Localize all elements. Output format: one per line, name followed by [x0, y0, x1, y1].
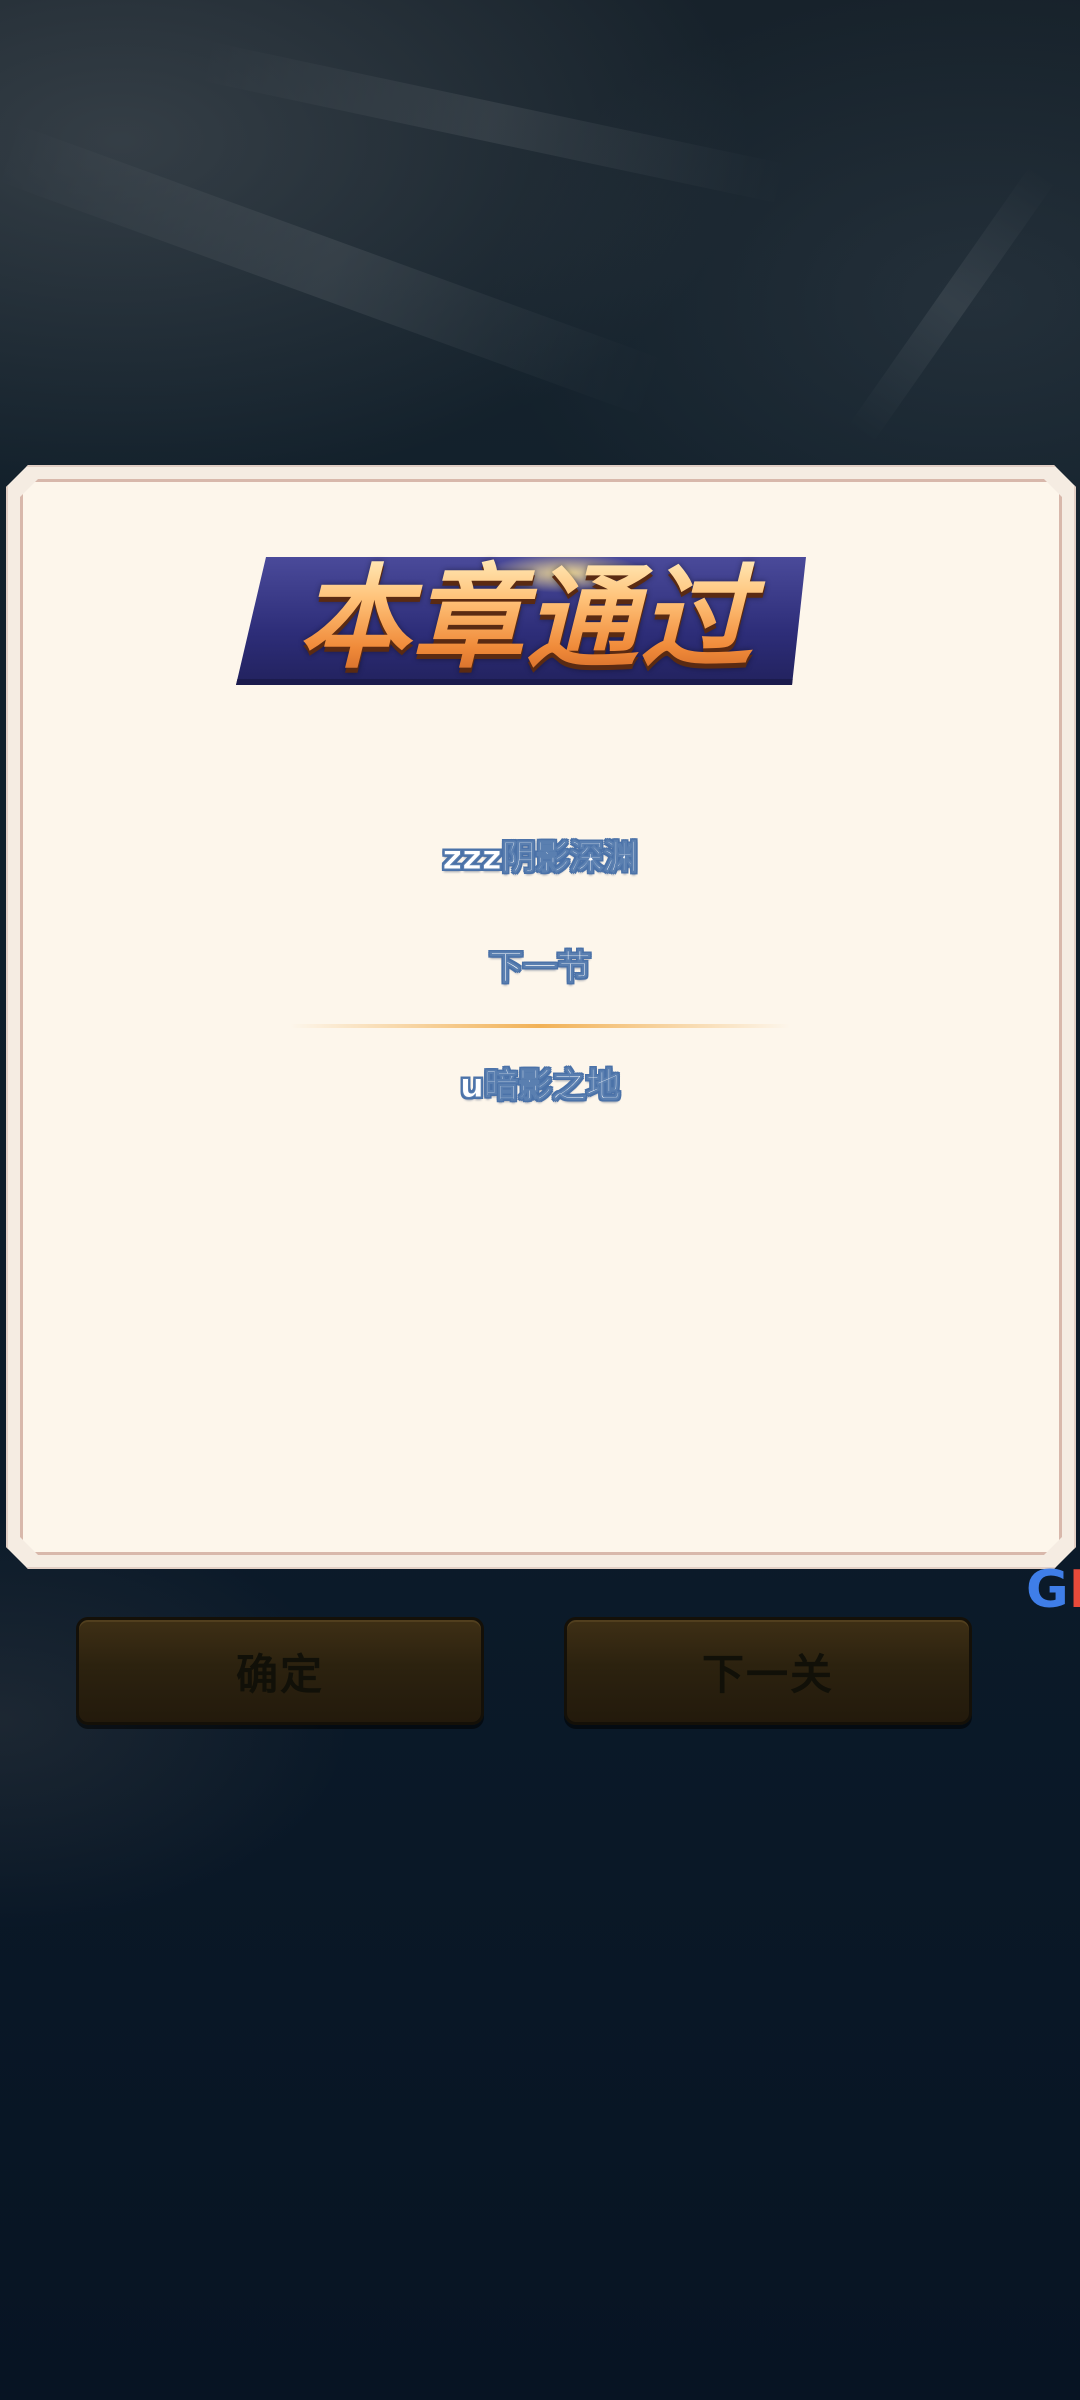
divider: [290, 1024, 790, 1028]
game-screen: 本章通过 zzz阴影深渊 下一节 u暗影之地 确定 下一关 GK: [0, 0, 1080, 2400]
dialog-title: 本章通过: [256, 549, 796, 689]
background-light-streak: [0, 121, 669, 418]
next-stage-button[interactable]: 下一关: [564, 1617, 972, 1725]
next-section-label: 下一节: [489, 948, 592, 989]
current-level-name: zzz阴影深渊: [442, 838, 638, 879]
background-light-streak: [847, 164, 1056, 444]
title-banner: 本章通过: [236, 549, 806, 689]
edge-logo: GK: [1026, 1560, 1080, 1620]
confirm-button[interactable]: 确定: [76, 1617, 484, 1725]
background-light-streak: [195, 40, 792, 205]
next-level-name: u暗影之地: [459, 1066, 621, 1107]
next-stage-button-label: 下一关: [701, 1649, 834, 1699]
confirm-button-label: 确定: [235, 1649, 324, 1699]
